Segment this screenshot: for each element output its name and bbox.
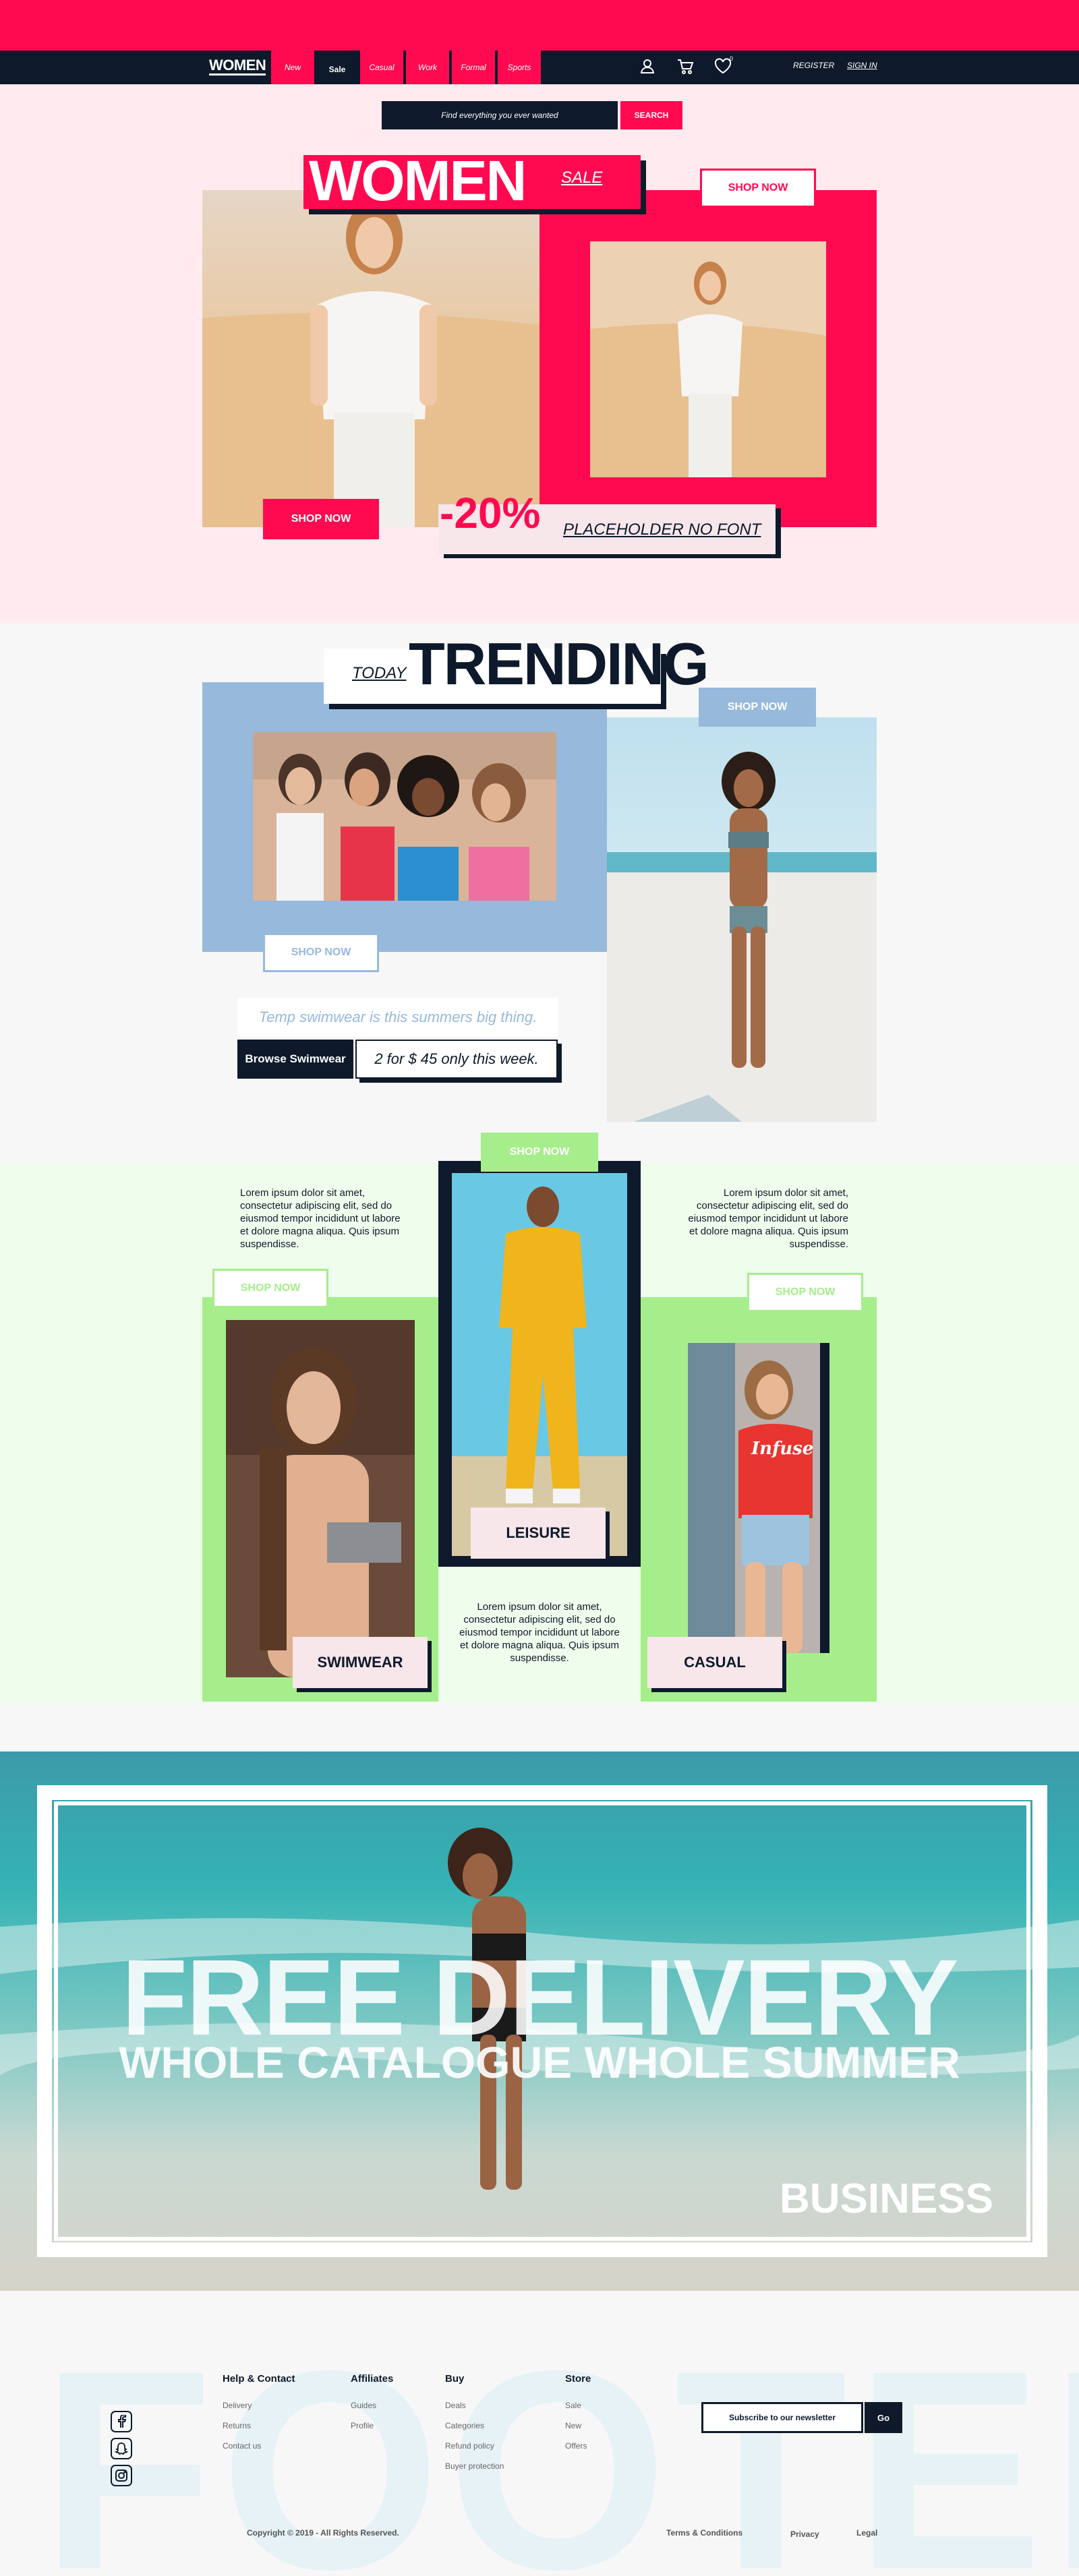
newsletter-input[interactable]: Subscribe to our newsletter	[701, 2402, 863, 2433]
footer-column-buy: Buy Deals Categories Refund policy Buyer…	[445, 2373, 504, 2476]
hero-model-photo	[202, 190, 540, 527]
nav-tab-new[interactable]: New	[271, 51, 314, 84]
swimwear-model-photo	[226, 1320, 415, 1677]
casual-shop-now-button[interactable]: SHOP NOW	[747, 1273, 863, 1312]
leisure-shop-now-button[interactable]: SHOP NOW	[481, 1133, 598, 1172]
footer-column-title: Affiliates	[351, 2373, 394, 2385]
nav-tab-sports[interactable]: Sports	[498, 51, 541, 84]
swimwear-shop-now-button[interactable]: SHOP NOW	[212, 1269, 328, 1308]
leisure-model-photo	[452, 1173, 627, 1556]
cart-icon[interactable]	[676, 57, 695, 76]
newsletter-go-button[interactable]: Go	[865, 2402, 902, 2433]
footer-column-affiliates: Affiliates Guides Profile	[351, 2373, 393, 2436]
terms-link[interactable]: Terms & Conditions	[666, 2528, 742, 2538]
footer-link-refund[interactable]: Refund policy	[445, 2436, 504, 2456]
bikini-model-photo	[607, 717, 877, 1122]
footer-link-new[interactable]: New	[565, 2416, 591, 2436]
casual-label[interactable]: CASUAL	[647, 1637, 782, 1688]
trending-title: TRENDING	[409, 630, 709, 697]
privacy-link[interactable]: Privacy	[790, 2529, 819, 2539]
footer-link-contact[interactable]: Contact us	[223, 2436, 295, 2456]
wishlist-count: 0	[730, 55, 734, 62]
top-banner	[0, 0, 1079, 51]
footer-column-title: Help & Contact	[223, 2373, 295, 2385]
snapchat-icon[interactable]	[111, 2438, 132, 2459]
footer-link-deals[interactable]: Deals	[445, 2395, 504, 2416]
footer-link-guides[interactable]: Guides	[351, 2395, 393, 2416]
leisure-label[interactable]: LEISURE	[471, 1507, 606, 1559]
search-input[interactable]: Find everything you ever wanted	[382, 101, 618, 129]
category-description-left: Lorem ipsum dolor sit amet, consectetur …	[240, 1187, 401, 1250]
category-description-right: Lorem ipsum dolor sit amet, consectetur …	[688, 1187, 848, 1250]
placeholder-text: PLACEHOLDER NO FONT	[563, 520, 761, 539]
trending-shop-now-button-bottom[interactable]: SHOP NOW	[263, 933, 379, 972]
footer-link-categories[interactable]: Categories	[445, 2416, 504, 2436]
footer-link-delivery[interactable]: Delivery	[223, 2395, 295, 2416]
casual-model-photo	[688, 1343, 820, 1653]
offer-text: 2 for $ 45 only this week.	[374, 1050, 539, 1067]
register-link[interactable]: REGISTER	[793, 61, 834, 70]
business-label: BUSINESS	[780, 2176, 993, 2222]
sign-in-link[interactable]: SIGN IN	[847, 61, 877, 70]
browse-swimwear-button[interactable]: Browse Swimwear	[237, 1040, 353, 1079]
hero-title: WOMEN	[309, 149, 527, 212]
today-label: TODAY	[352, 664, 407, 682]
nav-tab-casual[interactable]: Casual	[360, 51, 403, 84]
nav-tab-formal[interactable]: Formal	[452, 51, 495, 84]
search-button[interactable]: SEARCH	[620, 101, 682, 129]
free-delivery-subtitle: WHOLE CATALOGUE WHOLE SUMMER	[119, 2037, 960, 2087]
copyright: Copyright © 2019 - All Rights Reserved.	[247, 2528, 399, 2538]
facebook-icon[interactable]	[111, 2411, 132, 2432]
footer-link-buyer-protection[interactable]: Buyer protection	[445, 2456, 504, 2476]
footer-column-title: Buy	[445, 2373, 465, 2385]
footer-column-store: Store Sale New Offers	[565, 2373, 591, 2456]
shirt-print-text: Infuse	[751, 1439, 814, 1459]
category-description-bottom: Lorem ipsum dolor sit amet, consectetur …	[459, 1601, 620, 1664]
legal-link[interactable]: Legal	[856, 2528, 877, 2538]
discount-text: -20%	[440, 489, 541, 537]
footer-link-offers[interactable]: Offers	[565, 2436, 591, 2456]
footer: FOOTER	[0, 2291, 1079, 2576]
footer-link-profile[interactable]: Profile	[351, 2416, 393, 2436]
hero-shop-now-button-bottom[interactable]: SHOP NOW	[263, 499, 379, 539]
hero-shop-now-button-top[interactable]: SHOP NOW	[700, 169, 816, 208]
footer-column-title: Store	[565, 2373, 591, 2385]
hero-sale-label[interactable]: SALE	[561, 169, 602, 187]
trending-tagline: Temp swimwear is this summers big thing.	[237, 998, 558, 1037]
user-icon[interactable]	[638, 57, 657, 76]
swimwear-label[interactable]: SWIMWEAR	[293, 1637, 428, 1688]
footer-link-returns[interactable]: Returns	[223, 2416, 295, 2436]
footer-column-help: Help & Contact Delivery Returns Contact …	[223, 2373, 295, 2456]
group-swimwear-photo	[253, 732, 556, 901]
footer-watermark: FOOTER	[40, 2312, 1079, 2576]
hero-model-photo-small	[590, 241, 826, 477]
offer-box: 2 for $ 45 only this week.	[355, 1040, 558, 1079]
footer-link-sale[interactable]: Sale	[565, 2395, 591, 2416]
brand-logo[interactable]: WOMEN	[209, 57, 266, 76]
trending-shop-now-button-top[interactable]: SHOP NOW	[699, 688, 816, 727]
instagram-icon[interactable]	[111, 2465, 132, 2486]
nav-tab-work[interactable]: Work	[406, 51, 449, 84]
